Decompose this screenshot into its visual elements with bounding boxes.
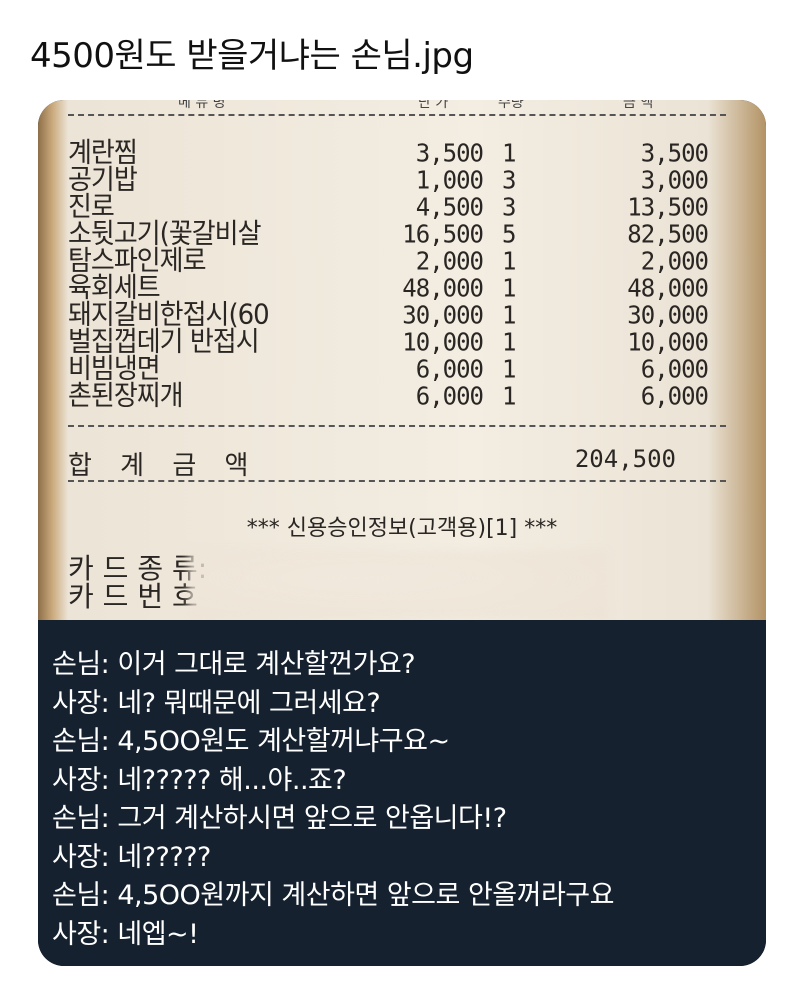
post-title: 4500원도 받을거냐는 손님.jpg (30, 36, 474, 76)
item-qty: 1 (502, 300, 517, 330)
receipt-items: 계란찜 3,500 1 3,500 공기밥 1,000 3 3,000 진로 4,500 3 13,5… (68, 138, 709, 412)
item-amount: 2,000 (640, 246, 709, 276)
dialogue-line: 손님: 4,5OO원도 계산할꺼냐구요~ (52, 726, 450, 757)
item-amount: 6,000 (640, 354, 709, 384)
item-qty: 3 (502, 165, 517, 195)
item-qty: 1 (502, 246, 517, 276)
item-amount: 3,500 (640, 138, 709, 168)
dialogue-line: 사장: 네엡~! (52, 918, 199, 950)
item-qty: 1 (502, 354, 517, 384)
divider (68, 480, 726, 482)
receipt-item-row: 벌집껍데기 반접시 10,000 1 10,000 (68, 327, 709, 357)
dialogue-line: 사장: 네????? 해...야..죠? (52, 764, 347, 796)
receipt-item-row: 계란찜 3,500 1 3,500 (68, 138, 709, 168)
receipt-header: 메 뉴 명 단 가 수량 금 액 (68, 100, 726, 116)
dialogue-line: 손님: 4,5OO원까지 계산하면 앞으로 안올꺼라구요 (52, 880, 615, 911)
receipt: 메 뉴 명 단 가 수량 금 액 계란찜 3,500 1 3,500 공기밥 1,000 3… (38, 100, 766, 620)
item-amount: 3,000 (640, 165, 709, 195)
item-qty: 1 (502, 273, 517, 303)
dialogue-caption: 손님: 이거 그대로 계산할껀가요? 사장: 네? 뭐때문에 그러세요? 손님: 4… (38, 620, 766, 966)
total-label: 합 계 금 액 (68, 451, 259, 481)
dialogue-line: 사장: 네? 뭐때문에 그러세요? (52, 687, 381, 719)
item-price: 4,500 (415, 192, 484, 222)
receipt-header-amount: 금 액 (623, 100, 654, 111)
item-qty: 5 (502, 219, 517, 249)
item-price: 2,000 (415, 246, 484, 276)
total-row: 합 계 금 액 204,500 (68, 445, 676, 485)
item-name: 촌된장찌개 (68, 380, 184, 412)
item-amount: 82,500 (627, 219, 709, 249)
card-info-title: *** 신용승인정보(고객용)[1] *** (246, 516, 558, 541)
item-price: 6,000 (415, 381, 484, 411)
dialogue-line: 손님: 이거 그대로 계산할껀가요? (52, 649, 416, 680)
receipt-item-row: 공기밥 1,000 3 3,000 (68, 165, 709, 195)
item-price: 6,000 (415, 354, 484, 384)
blurred-region (188, 550, 608, 620)
item-price: 48,000 (402, 273, 484, 303)
dialogue-line: 사장: 네????? (52, 841, 211, 873)
item-price: 30,000 (402, 300, 484, 330)
receipt-header-qty: 수량 (498, 100, 524, 111)
divider (68, 425, 726, 427)
total-value: 204,500 (574, 445, 676, 473)
receipt-item-row: 탐스파인제로 2,000 1 2,000 (68, 246, 709, 276)
item-amount: 13,500 (627, 192, 709, 222)
receipt-header-menu: 메 뉴 명 (178, 100, 226, 111)
item-price: 10,000 (402, 327, 484, 357)
item-qty: 1 (502, 327, 517, 357)
card-number-line: 카 드 번 호 (68, 580, 198, 613)
receipt-item-row: 촌된장찌개 6,000 1 6,000 (68, 380, 709, 412)
item-price: 3,500 (415, 138, 484, 168)
item-amount: 10,000 (627, 327, 709, 357)
receipt-photo: 메 뉴 명 단 가 수량 금 액 계란찜 3,500 1 3,500 공기밥 1,000 3… (38, 100, 766, 966)
item-qty: 1 (502, 138, 517, 168)
item-amount: 48,000 (627, 273, 709, 303)
card-type-line: 카 드 종 류: (68, 552, 208, 585)
item-price: 16,500 (402, 219, 484, 249)
item-qty: 3 (502, 192, 517, 222)
item-qty: 1 (502, 381, 517, 411)
card-lines: 카 드 종 류: 카 드 번 호 (68, 555, 207, 611)
item-amount: 6,000 (640, 381, 709, 411)
receipt-header-price: 단 가 (418, 100, 449, 111)
dialogue-line: 손님: 그거 계산하시면 앞으로 안옵니다!? (52, 803, 507, 834)
item-price: 1,000 (415, 165, 484, 195)
item-amount: 30,000 (627, 300, 709, 330)
